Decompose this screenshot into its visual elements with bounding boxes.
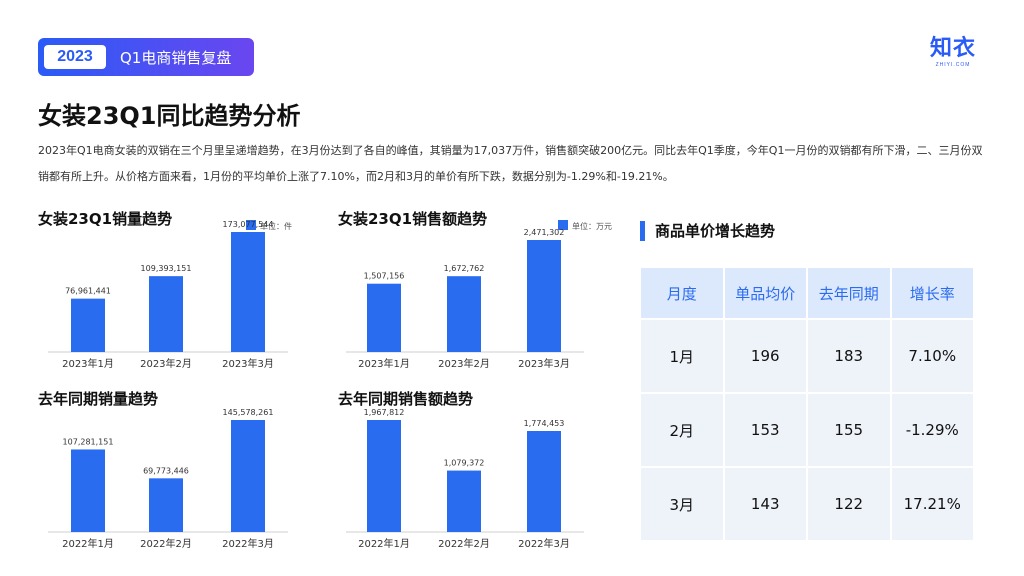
bar	[71, 449, 105, 532]
category-tick-label: 2023年3月	[518, 357, 570, 370]
category-tick-label: 2022年2月	[438, 537, 490, 550]
page-title: 女装23Q1同比趋势分析	[38, 102, 301, 130]
category-tick-label: 2023年3月	[222, 357, 274, 370]
chart-sales-22: 107,281,151 2022年1月 69,773,446 2022年2月 145,5…	[48, 408, 288, 550]
cell-last-year: 122	[806, 466, 892, 542]
category-tick-label: 2023年2月	[438, 357, 490, 370]
price-trend-title: 商品单价增长趋势	[655, 222, 776, 240]
bar-value-label: 1,672,762	[444, 264, 485, 273]
header-title: Q1电商销售复盘	[120, 48, 232, 67]
logo-text: 知衣	[929, 36, 976, 61]
legend-label: 单位：万元	[572, 221, 612, 231]
bar	[367, 283, 401, 352]
cell-month: 1月	[639, 318, 725, 394]
category-tick-label: 2023年2月	[140, 357, 192, 370]
category-tick-label: 2023年1月	[358, 357, 410, 370]
table-row: 2月 153 155 -1.29%	[639, 392, 975, 468]
price-trend-heading: 商品单价增长趋势	[640, 220, 775, 241]
bar	[527, 240, 561, 352]
bar-value-label: 1,774,453	[524, 419, 565, 428]
table-header-row: 月度 单品均价 去年同期 增长率	[639, 266, 975, 320]
cell-avg-price: 153	[722, 392, 808, 468]
bar-value-label: 2,471,302	[524, 228, 565, 237]
bar	[149, 276, 183, 352]
bar-value-label: 109,393,151	[141, 264, 192, 273]
cell-month: 2月	[639, 392, 725, 468]
bar-value-label: 145,578,261	[223, 408, 274, 417]
chart-revenue-22: 1,967,812 2022年1月 1,079,372 2022年2月 1,774,45…	[346, 408, 584, 550]
header-badge: 2023 Q1电商销售复盘	[38, 38, 254, 76]
category-tick-label: 2022年1月	[62, 537, 114, 550]
bar-value-label: 107,281,151	[63, 437, 114, 446]
bar	[149, 478, 183, 532]
bar-value-label: 76,961,441	[65, 287, 111, 296]
cell-avg-price: 143	[722, 466, 808, 542]
year-tag: 2023	[44, 45, 106, 69]
cell-growth: 17.21%	[889, 466, 975, 542]
cell-growth: -1.29%	[889, 392, 975, 468]
col-header-growth: 增长率	[889, 266, 975, 320]
chart-sales-23: 单位：件76,961,4412023年1月109,393,1512023年2月1…	[48, 220, 292, 370]
cell-avg-price: 196	[722, 318, 808, 394]
bar	[71, 298, 105, 352]
category-tick-label: 2022年3月	[518, 537, 570, 550]
table-row: 1月 196 183 7.10%	[639, 318, 975, 394]
heading-accent-bar	[640, 220, 645, 241]
col-header-month: 月度	[639, 266, 725, 320]
price-table: 月度 单品均价 去年同期 增长率 1月 196 183 7.10% 2月 153…	[639, 266, 975, 542]
category-tick-label: 2022年2月	[140, 537, 192, 550]
chart-revenue-23: 单位：万元 1,507,156 2023年1月 1,672,762 2023年2月 2,4…	[346, 220, 612, 370]
category-tick-label: 2022年1月	[358, 537, 410, 550]
bar	[231, 420, 265, 532]
category-tick-label: 2023年1月	[62, 357, 114, 370]
cell-last-year: 183	[806, 318, 892, 394]
bar-value-label: 1,079,372	[444, 459, 485, 468]
bar	[447, 470, 481, 532]
logo-subtext: ZHIYI.COM	[935, 62, 971, 68]
cell-growth: 7.10%	[889, 318, 975, 394]
bar-value-label: 1,967,812	[364, 408, 405, 417]
bar	[367, 420, 401, 532]
bar-value-label: 173,077,544	[223, 220, 274, 229]
brand-logo: 知衣 ZHIYI.COM	[926, 36, 980, 68]
intro-paragraph: 2023年Q1电商女装的双销在三个月里呈递增趋势，在3月份达到了各自的峰值，其销…	[38, 144, 983, 183]
bar-value-label: 69,773,446	[143, 466, 189, 475]
bar	[447, 276, 481, 352]
col-header-avg-price: 单品均价	[722, 266, 808, 320]
col-header-last-year: 去年同期	[806, 266, 892, 320]
bar-value-label: 1,507,156	[364, 272, 405, 281]
cell-month: 3月	[639, 466, 725, 542]
bar	[527, 431, 561, 532]
category-tick-label: 2022年3月	[222, 537, 274, 550]
table-row: 3月 143 122 17.21%	[639, 466, 975, 542]
bar	[231, 232, 265, 352]
cell-last-year: 155	[806, 392, 892, 468]
